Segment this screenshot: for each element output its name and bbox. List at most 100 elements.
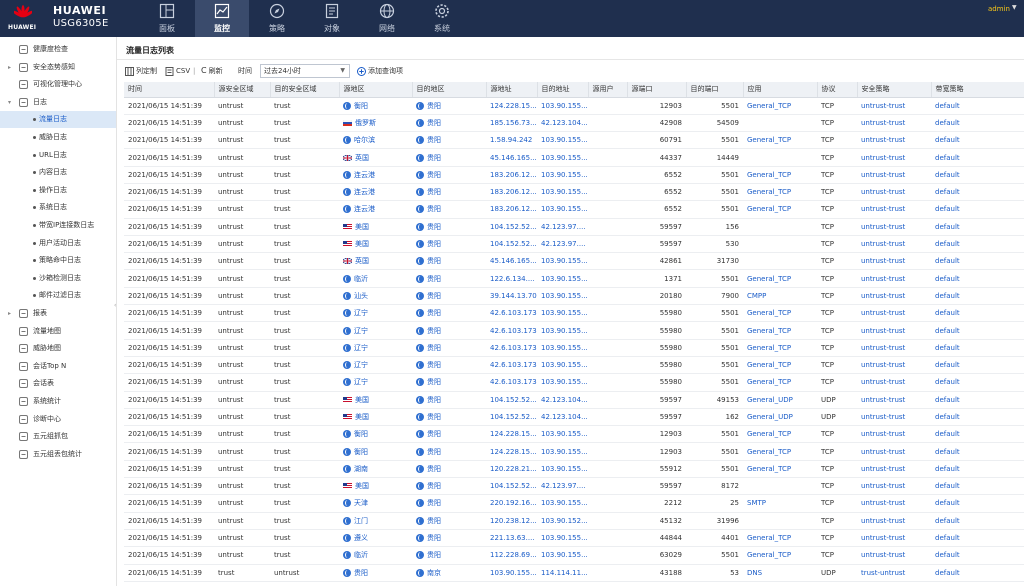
table-cell[interactable]: 124.228.15... xyxy=(486,442,537,461)
table-cell[interactable]: untrust-trust xyxy=(857,287,931,306)
column-header[interactable]: 源用户 xyxy=(588,82,628,98)
nav-dashboard[interactable]: 面板 xyxy=(140,0,194,37)
table-row[interactable]: 2021/06/15 14:51:39 untrust trust 衡阳 贵阳 124.2… xyxy=(124,97,1024,115)
table-cell[interactable]: General_UDP xyxy=(743,408,817,427)
table-cell[interactable]: 江门 xyxy=(339,512,412,530)
sidebar-item[interactable]: 会话Top N xyxy=(0,358,116,375)
sidebar-subitem[interactable]: 系统日志 xyxy=(0,199,116,216)
table-cell[interactable]: General_TCP xyxy=(743,183,817,202)
table-cell[interactable]: untrust-trust xyxy=(857,373,931,392)
table-cell[interactable]: 贵阳 xyxy=(412,408,486,427)
table-cell[interactable]: 南京 xyxy=(412,564,486,582)
table-cell[interactable]: 103.90.155... xyxy=(537,183,588,202)
table-cell[interactable]: 贵阳 xyxy=(412,494,486,513)
table-cell[interactable]: default xyxy=(931,512,1024,530)
table-cell[interactable]: 103.90.155... xyxy=(537,131,588,150)
table-cell[interactable]: default xyxy=(931,114,1024,133)
column-header[interactable]: 带宽策略 xyxy=(931,82,1024,98)
table-row[interactable]: 2021/06/15 14:51:39 untrust trust 汕头 贵阳 39.14… xyxy=(124,287,1024,306)
csv-export-button[interactable]: CSV xyxy=(165,64,190,78)
table-cell[interactable]: 连云港 xyxy=(339,166,412,184)
table-cell[interactable]: untrust-trust xyxy=(857,304,931,323)
table-cell[interactable]: 湖南 xyxy=(339,460,412,479)
sidebar-item[interactable]: ▾ 日志 xyxy=(0,94,116,111)
table-cell[interactable]: default xyxy=(931,564,1024,582)
table-row[interactable]: 2021/06/15 14:51:39 untrust trust 美国 贵阳 104.1… xyxy=(124,218,1024,236)
table-row[interactable]: 2021/06/15 14:51:39 untrust trust 遵义 贵阳 221.1… xyxy=(124,529,1024,548)
table-cell[interactable]: 辽宁 xyxy=(339,339,412,357)
table-cell[interactable]: General_TCP xyxy=(743,529,817,548)
table-cell[interactable]: 103.90.155... xyxy=(537,287,588,306)
table-row[interactable]: 2021/06/15 14:51:39 untrust trust 连云港 贵阳 183.… xyxy=(124,166,1024,184)
table-cell[interactable]: 贵阳 xyxy=(412,373,486,392)
table-cell[interactable]: 贵阳 xyxy=(412,321,486,340)
table-cell[interactable]: 112.228.69.... xyxy=(486,546,537,565)
table-row[interactable]: 2021/06/15 14:51:39 untrust trust 美国 贵阳 104.1… xyxy=(124,408,1024,427)
table-cell[interactable]: untrust-trust xyxy=(857,529,931,548)
table-cell[interactable]: 103.90.155... xyxy=(537,252,588,271)
sidebar-subitem[interactable]: 威胁日志 xyxy=(0,129,116,146)
table-cell[interactable]: untrust-trust xyxy=(857,166,931,184)
column-header[interactable]: 目的地区 xyxy=(412,82,487,98)
table-row[interactable]: 2021/06/15 14:51:39 untrust trust 连云港 贵阳 183.… xyxy=(124,183,1024,202)
table-cell[interactable]: untrust-trust xyxy=(857,252,931,271)
table-row[interactable]: 2021/06/15 14:51:39 untrust trust 辽宁 贵阳 42.6.… xyxy=(124,321,1024,340)
table-cell[interactable]: untrust-trust xyxy=(857,391,931,409)
table-cell[interactable]: 103.90.155... xyxy=(537,460,588,479)
table-cell[interactable]: 美国 xyxy=(339,408,412,427)
table-cell[interactable]: 贵阳 xyxy=(412,304,486,323)
table-cell[interactable]: default xyxy=(931,408,1024,427)
table-cell[interactable]: DNS xyxy=(743,564,817,582)
table-cell[interactable]: 42.123.104... xyxy=(537,114,588,133)
table-cell[interactable]: 220.192.16... xyxy=(486,494,537,513)
table-row[interactable]: 2021/06/15 14:51:39 untrust trust 辽宁 贵阳 42.6.… xyxy=(124,304,1024,323)
table-cell[interactable]: untrust-trust xyxy=(857,148,931,167)
table-cell[interactable]: default xyxy=(931,477,1024,496)
table-cell[interactable]: 俄罗斯 xyxy=(339,114,412,133)
column-header[interactable]: 目的端口 xyxy=(686,82,744,98)
table-cell[interactable]: untrust-trust xyxy=(857,425,931,444)
table-cell[interactable]: untrust-trust xyxy=(857,512,931,530)
table-cell[interactable]: 衡阳 xyxy=(339,442,412,461)
table-cell[interactable]: 104.152.52... xyxy=(486,391,537,409)
table-cell[interactable]: 哈尔滨 xyxy=(339,131,412,150)
sidebar-item[interactable]: 流量地图 xyxy=(0,323,116,340)
table-cell[interactable]: default xyxy=(931,391,1024,409)
table-cell[interactable]: SMTP xyxy=(743,494,817,513)
table-cell[interactable]: 104.152.52... xyxy=(486,408,537,427)
table-cell[interactable]: General_UDP xyxy=(743,391,817,409)
huawei-logo[interactable]: HUAWEI xyxy=(8,5,38,32)
table-cell[interactable]: 45.146.165... xyxy=(486,148,537,167)
table-cell[interactable]: untrust-trust xyxy=(857,183,931,202)
table-cell[interactable]: 贵阳 xyxy=(412,252,486,271)
table-cell[interactable]: 贵阳 xyxy=(412,546,486,565)
table-cell[interactable]: default xyxy=(931,425,1024,444)
table-cell[interactable]: 103.90.155... xyxy=(537,546,588,565)
table-cell[interactable]: 103.90.155... xyxy=(537,148,588,167)
table-cell[interactable]: 42.123.97.... xyxy=(537,235,588,254)
table-cell[interactable]: 42.123.97.... xyxy=(537,477,588,496)
table-cell[interactable]: 183.206.12... xyxy=(486,183,537,202)
table-cell[interactable]: 贵阳 xyxy=(412,235,486,254)
table-row[interactable]: 2021/06/15 14:51:39 untrust trust 英国 贵阳 45.14… xyxy=(124,252,1024,271)
table-cell[interactable]: 103.90.155... xyxy=(537,97,588,115)
table-cell[interactable]: 临沂 xyxy=(339,546,412,565)
sidebar-subitem[interactable]: 流量日志 xyxy=(0,111,116,129)
column-header[interactable]: 源安全区域 xyxy=(214,82,271,98)
table-cell[interactable]: General_TCP xyxy=(743,166,817,184)
table-cell[interactable]: 120.238.12... xyxy=(486,512,537,530)
table-cell[interactable]: General_TCP xyxy=(743,321,817,340)
table-cell[interactable]: 104.152.52... xyxy=(486,477,537,496)
table-cell[interactable]: 贵阳 xyxy=(412,339,486,357)
table-row[interactable]: 2021/06/15 14:51:39 untrust trust 衡阳 贵阳 124.2… xyxy=(124,442,1024,461)
table-cell[interactable]: 辽宁 xyxy=(339,321,412,340)
table-row[interactable]: 2021/06/15 14:51:39 trust untrust 贵阳 南京 103.9… xyxy=(124,564,1024,582)
table-cell[interactable]: default xyxy=(931,218,1024,236)
table-cell[interactable]: untrust-trust xyxy=(857,477,931,496)
table-row[interactable]: 2021/06/15 14:51:39 untrust trust 江门 贵阳 120.2… xyxy=(124,512,1024,530)
table-cell[interactable]: General_TCP xyxy=(743,425,817,444)
table-row[interactable]: 2021/06/15 14:51:39 untrust trust 天津 贵阳 220.1… xyxy=(124,494,1024,513)
table-cell[interactable]: 衡阳 xyxy=(339,97,412,115)
table-cell[interactable]: default xyxy=(931,373,1024,392)
customize-columns-button[interactable]: 列定制 xyxy=(125,64,157,78)
